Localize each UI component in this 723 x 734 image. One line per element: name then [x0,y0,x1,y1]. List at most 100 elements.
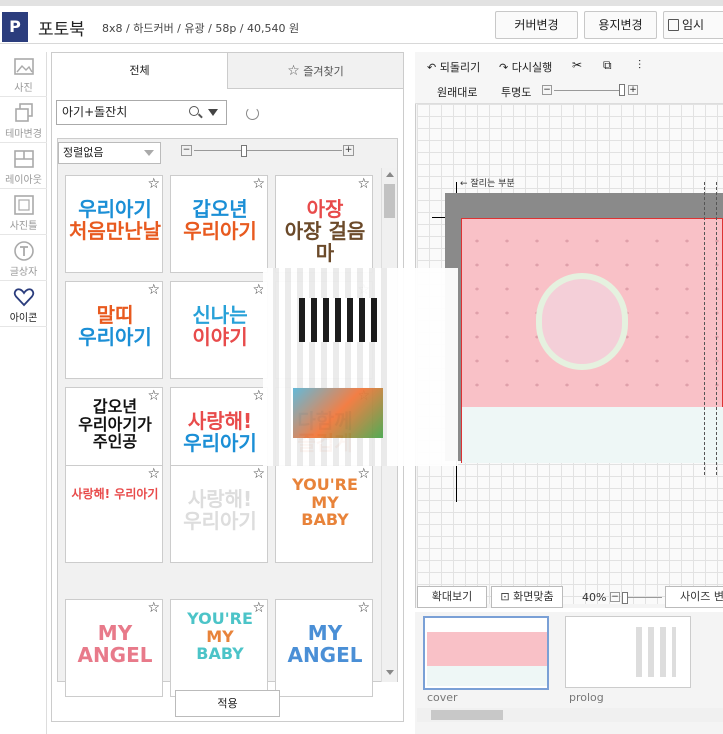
tab-all[interactable]: 전체 [52,53,228,89]
sticker-tile[interactable]: ☆ 말띠 우리아기 [65,281,163,379]
favorite-star-icon[interactable]: ☆ [147,601,160,615]
opacity-label: 투명도 [501,86,532,99]
slider-minus[interactable]: − [542,85,552,95]
sort-select[interactable]: 정렬없음 [58,142,161,164]
temp-save-button[interactable]: 임시 [663,11,723,39]
sticker-tile[interactable]: ☆ MY ANGEL [275,599,373,697]
sticker-text-line: 이야기 [192,325,248,349]
favorite-star-icon[interactable]: ☆ [252,467,265,481]
cut-area-text: 잘리는 부분 [470,179,515,189]
favorite-star-icon[interactable]: ☆ [357,601,370,615]
sticker-text-line: MY [307,621,343,645]
zoom-slider[interactable]: − [610,592,665,604]
page-title: 포토북 [38,20,85,40]
scroll-up-arrow[interactable] [386,172,394,177]
apply-button[interactable]: 적용 [175,690,280,717]
sticker-tile[interactable]: ☆ 신나는 이야기 [170,281,268,379]
tab-favorites[interactable]: ☆ 즐겨찾기 [228,53,403,89]
sidebar-item-frame[interactable]: 사진틀 [0,190,47,235]
sticker-tile[interactable]: ☆ 사랑해! 우리아기 [170,465,268,563]
sticker-tile[interactable]: ☆ 우리아기 처음만난날 [65,175,163,273]
change-cover-button[interactable]: 커버변경 [495,11,578,39]
sticker-text-line: MY [97,621,133,645]
zoom-in-button[interactable]: 확대보기 [417,586,487,608]
original-button[interactable]: 원래대로 [437,84,477,100]
sidebar-item-icon[interactable]: 아이콘 [0,282,47,327]
temp-save-label: 임시 [682,18,705,32]
sidebar-item-label: 아이콘 [9,313,38,324]
thumb-cover-pink [427,632,547,666]
chevron-down-icon [208,109,218,116]
copy-icon[interactable]: ⧉ [603,58,612,73]
cut-area-label: ← 잘리는 부분 [460,179,515,189]
sticker-tile[interactable]: ☆ 갑오년 우리아기 [170,175,268,273]
favorite-star-icon[interactable]: ☆ [252,177,265,191]
size-slider[interactable]: − + [181,145,355,159]
redo-icon: ↷ [499,61,509,74]
favorite-star-icon[interactable]: ☆ [147,283,160,297]
sticker-text: 사랑해! 우리아기 [171,410,269,454]
sticker-text-line: ANGEL [287,643,363,667]
sticker-tile[interactable]: ☆ 사랑해! 우리아기 [65,465,163,563]
scroll-thumb[interactable] [431,710,503,720]
slider-thumb[interactable] [619,84,625,96]
align-icon[interactable]: ⫶ [638,58,641,73]
sticker-text: 사랑해! 우리아기 [66,487,164,501]
cover-photo [542,279,622,364]
sidebar-item-label: 테마변경 [5,129,42,140]
sticker-text-line: YOU'RE [187,609,253,628]
sticker-text-line: 사랑해! 우리아기 [71,487,159,501]
favorite-star-icon[interactable]: ☆ [357,177,370,191]
cover-page[interactable] [461,218,723,463]
slider-thumb[interactable] [622,592,628,604]
sticker-tile[interactable]: ☆ YOU'RE MY BABY [275,465,373,563]
fit-screen-button[interactable]: ⊡ 화면맞춤 [491,586,563,608]
sidebar-item-photo[interactable]: 사진 [0,52,47,97]
category-select[interactable]: 아기+돌잔치 [56,100,227,125]
theme-icon [14,103,33,122]
sticker-text-line: 갑오년 [192,197,248,221]
size-change-button[interactable]: 사이즈 변경 [665,586,723,608]
layout-icon [13,150,34,168]
redo-button[interactable]: ↷ 다시실행 [499,59,552,75]
refresh-icon[interactable] [246,107,259,120]
change-paper-button[interactable]: 용지변경 [584,11,657,39]
zoom-value: 40% [582,591,607,604]
sticker-tile[interactable]: ☆ 아장 아장 걸음마 [275,175,373,273]
sticker-tile[interactable]: ☆ MY ANGEL [65,599,163,697]
slider-plus[interactable]: + [628,85,638,95]
category-value: 아기+돌잔치 [62,105,128,119]
slider-minus[interactable]: − [181,145,192,156]
sticker-text-line: 우리아기 [78,325,152,349]
scroll-down-arrow[interactable] [386,670,394,675]
slider-thumb[interactable] [241,145,247,157]
thumbnail-scrollbar[interactable] [417,708,723,722]
chevron-down-icon [144,150,154,156]
slider-minus[interactable]: − [610,592,620,602]
sidebar-item-theme[interactable]: 테마변경 [0,98,47,143]
opacity-slider[interactable]: − + [542,84,642,98]
sidebar-item-layout[interactable]: 레이아웃 [0,144,47,189]
sticker-text-line: BABY [301,510,349,530]
sticker-text-line: 아장 [306,197,344,221]
slider-plus[interactable]: + [343,145,354,156]
slider-track [554,90,624,91]
spine-dash-line [704,182,705,475]
thumb-prolog-photo [636,627,676,677]
star-icon: ☆ [287,63,300,79]
favorite-star-icon[interactable]: ☆ [147,177,160,191]
sticker-text-line: ANGEL [77,643,153,667]
sidebar-item-textbox[interactable]: 글상자 [0,236,47,281]
thumbnail-cover[interactable] [423,616,549,690]
sticker-text: 말띠 우리아기 [66,304,164,348]
undo-button[interactable]: ↶ 되돌리기 [427,59,480,75]
favorite-star-icon[interactable]: ☆ [147,467,160,481]
scissors-icon[interactable]: ✂ [572,58,582,72]
sticker-text-line: 사랑해! [187,409,253,433]
sticker-tile[interactable]: ☆ YOU'RE MY BABY [170,599,268,697]
sticker-text-line: 말띠 [96,303,134,327]
sidebar-item-label: 사진 [14,83,33,94]
thumbnail-prolog[interactable] [565,616,691,688]
scroll-thumb[interactable] [384,184,395,218]
product-summary: 8x8 / 하드커버 / 유광 / 58p / 40,540 원 [102,22,300,35]
